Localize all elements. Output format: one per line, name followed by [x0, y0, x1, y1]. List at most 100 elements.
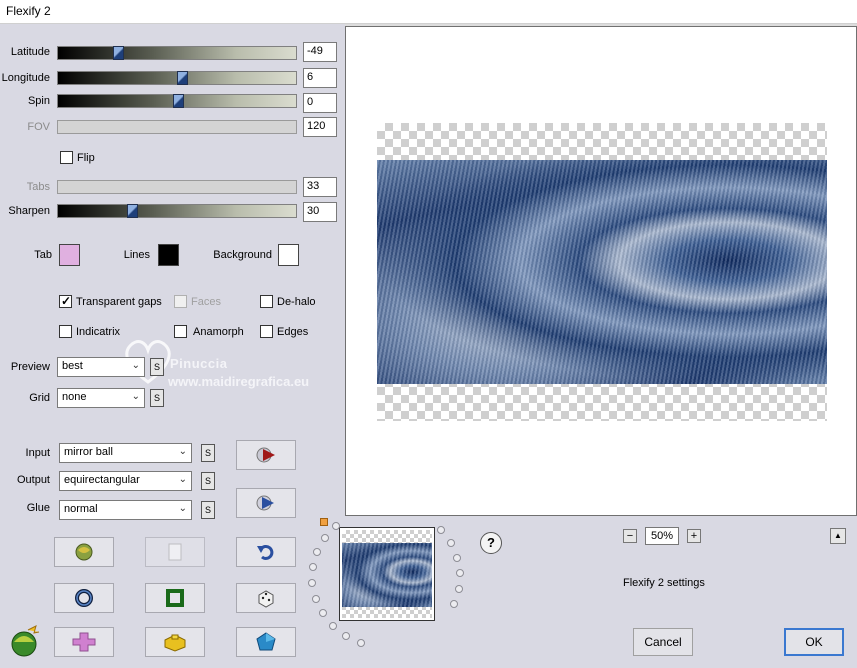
navigator-dial-dot[interactable] [436, 525, 445, 534]
sharpen-slider-thumb[interactable] [127, 204, 138, 218]
anamorph-label: Anamorph [193, 326, 244, 338]
faces-label: Faces [191, 296, 221, 308]
settings-label: Flexify 2 settings [623, 577, 705, 589]
tab-color-swatch[interactable] [59, 244, 80, 266]
preview-canvas[interactable] [345, 26, 857, 516]
cancel-button[interactable]: Cancel [633, 628, 693, 656]
sharpen-slider[interactable] [57, 204, 297, 218]
navigator-dial-dot[interactable] [308, 563, 317, 572]
chevron-down-icon: ⌄ [131, 360, 140, 371]
chevron-down-icon: ⌄ [178, 474, 187, 485]
ok-button[interactable]: OK [784, 628, 844, 656]
output-projection-select[interactable]: equirectangular ⌄ [59, 471, 192, 491]
longitude-input[interactable]: 6 [303, 68, 337, 88]
fov-input: 120 [303, 117, 337, 137]
pentagon-icon [256, 632, 276, 651]
preview-select-value: best [62, 360, 83, 372]
navigator-dial-dot[interactable] [341, 631, 350, 640]
undo-icon [257, 544, 274, 560]
output-select-value: equirectangular [64, 474, 140, 486]
background-color-label: Background [213, 249, 272, 261]
transparent-gaps-checkbox[interactable] [59, 294, 72, 308]
lines-color-swatch[interactable] [158, 244, 179, 266]
grid-select[interactable]: none ⌄ [57, 388, 145, 408]
input-projection-select[interactable]: mirror ball ⌄ [59, 443, 192, 463]
navigator-image-texture [342, 543, 432, 607]
longitude-slider[interactable] [57, 71, 297, 85]
zoom-out-button[interactable]: − [623, 529, 637, 543]
spin-label: Spin [27, 95, 50, 107]
de-halo-checkbox[interactable] [260, 295, 273, 308]
randomize-button[interactable] [236, 583, 296, 613]
navigator-dial-dot[interactable] [312, 547, 321, 556]
preview-image-texture [377, 160, 827, 384]
copy-button [145, 537, 205, 567]
undo-button[interactable] [236, 537, 296, 567]
zoom-level-field[interactable]: 50% [645, 527, 679, 545]
indicatrix-checkbox[interactable] [59, 325, 72, 338]
longitude-label: Longitude [1, 72, 50, 84]
navigator-dial-dot[interactable] [311, 594, 320, 603]
polyhedron-button[interactable] [236, 627, 296, 657]
navigator-dial-dot[interactable] [453, 553, 462, 562]
longitude-slider-thumb[interactable] [177, 71, 188, 85]
faces-checkbox [174, 295, 187, 308]
fov-label: FOV [27, 121, 50, 133]
background-color-swatch[interactable] [278, 244, 299, 266]
edges-checkbox[interactable] [260, 325, 273, 338]
tabs-label: Tabs [26, 181, 50, 193]
latitude-slider[interactable] [57, 46, 297, 60]
ring-shape-button[interactable] [54, 583, 114, 613]
flip-label: Flip [77, 152, 95, 164]
glue-select[interactable]: normal ⌄ [59, 500, 192, 520]
latitude-slider-thumb[interactable] [113, 46, 124, 60]
window-title: Flexify 2 [6, 4, 51, 18]
play-animation-button[interactable] [236, 440, 296, 470]
glue-label: Glue [26, 502, 50, 514]
preview-s-button[interactable]: S [150, 358, 164, 376]
help-button[interactable]: ? [480, 532, 502, 554]
frame-shape-button[interactable] [145, 583, 205, 613]
indicatrix-label: Indicatrix [76, 326, 121, 338]
scroll-up-button[interactable]: ▲ [830, 528, 846, 544]
fov-slider [57, 120, 297, 134]
navigator-dial-dot[interactable] [320, 533, 329, 542]
play-icon [256, 447, 275, 463]
sharpen-input[interactable]: 30 [303, 202, 337, 222]
navigator-dial-dot[interactable] [446, 538, 455, 547]
navigator-dial-dot[interactable] [328, 621, 337, 630]
spin-slider-thumb[interactable] [173, 94, 184, 108]
edges-label: Edges [277, 326, 309, 338]
spin-slider[interactable] [57, 94, 297, 108]
yellow-block-icon [164, 634, 186, 652]
chevron-down-icon: ⌄ [178, 503, 187, 514]
watermark-url: www.maidiregrafica.eu [168, 374, 310, 389]
output-s-button[interactable]: S [201, 472, 215, 490]
block-shape-button[interactable] [145, 627, 205, 657]
ring-icon [75, 589, 93, 607]
render-animation-button[interactable] [236, 488, 296, 518]
preview-select[interactable]: best ⌄ [57, 357, 145, 377]
spin-input[interactable]: 0 [303, 93, 337, 113]
grid-select-value: none [62, 391, 87, 403]
output-label: Output [16, 474, 50, 486]
glue-s-button[interactable]: S [201, 501, 215, 519]
tabs-slider [57, 180, 297, 194]
navigator-handle-icon[interactable] [320, 518, 328, 526]
grid-s-button[interactable]: S [150, 389, 164, 407]
input-label: Input [25, 447, 50, 459]
zoom-in-button[interactable]: + [687, 529, 701, 543]
preview-image [377, 160, 827, 384]
cross-shape-button[interactable] [54, 627, 114, 657]
flexify-logo-button[interactable] [54, 537, 114, 567]
grid-label: Grid [29, 392, 50, 404]
flip-checkbox[interactable] [60, 151, 73, 164]
preview-label: Preview [10, 361, 50, 373]
latitude-input[interactable]: -49 [303, 42, 337, 62]
navigator-dial-dot[interactable] [356, 639, 365, 648]
navigator-thumbnail[interactable] [339, 527, 435, 621]
navigator-dial-dot[interactable] [331, 521, 340, 530]
input-select-value: mirror ball [64, 446, 113, 458]
navigator-dial-dot[interactable] [318, 609, 327, 618]
input-s-button[interactable]: S [201, 444, 215, 462]
